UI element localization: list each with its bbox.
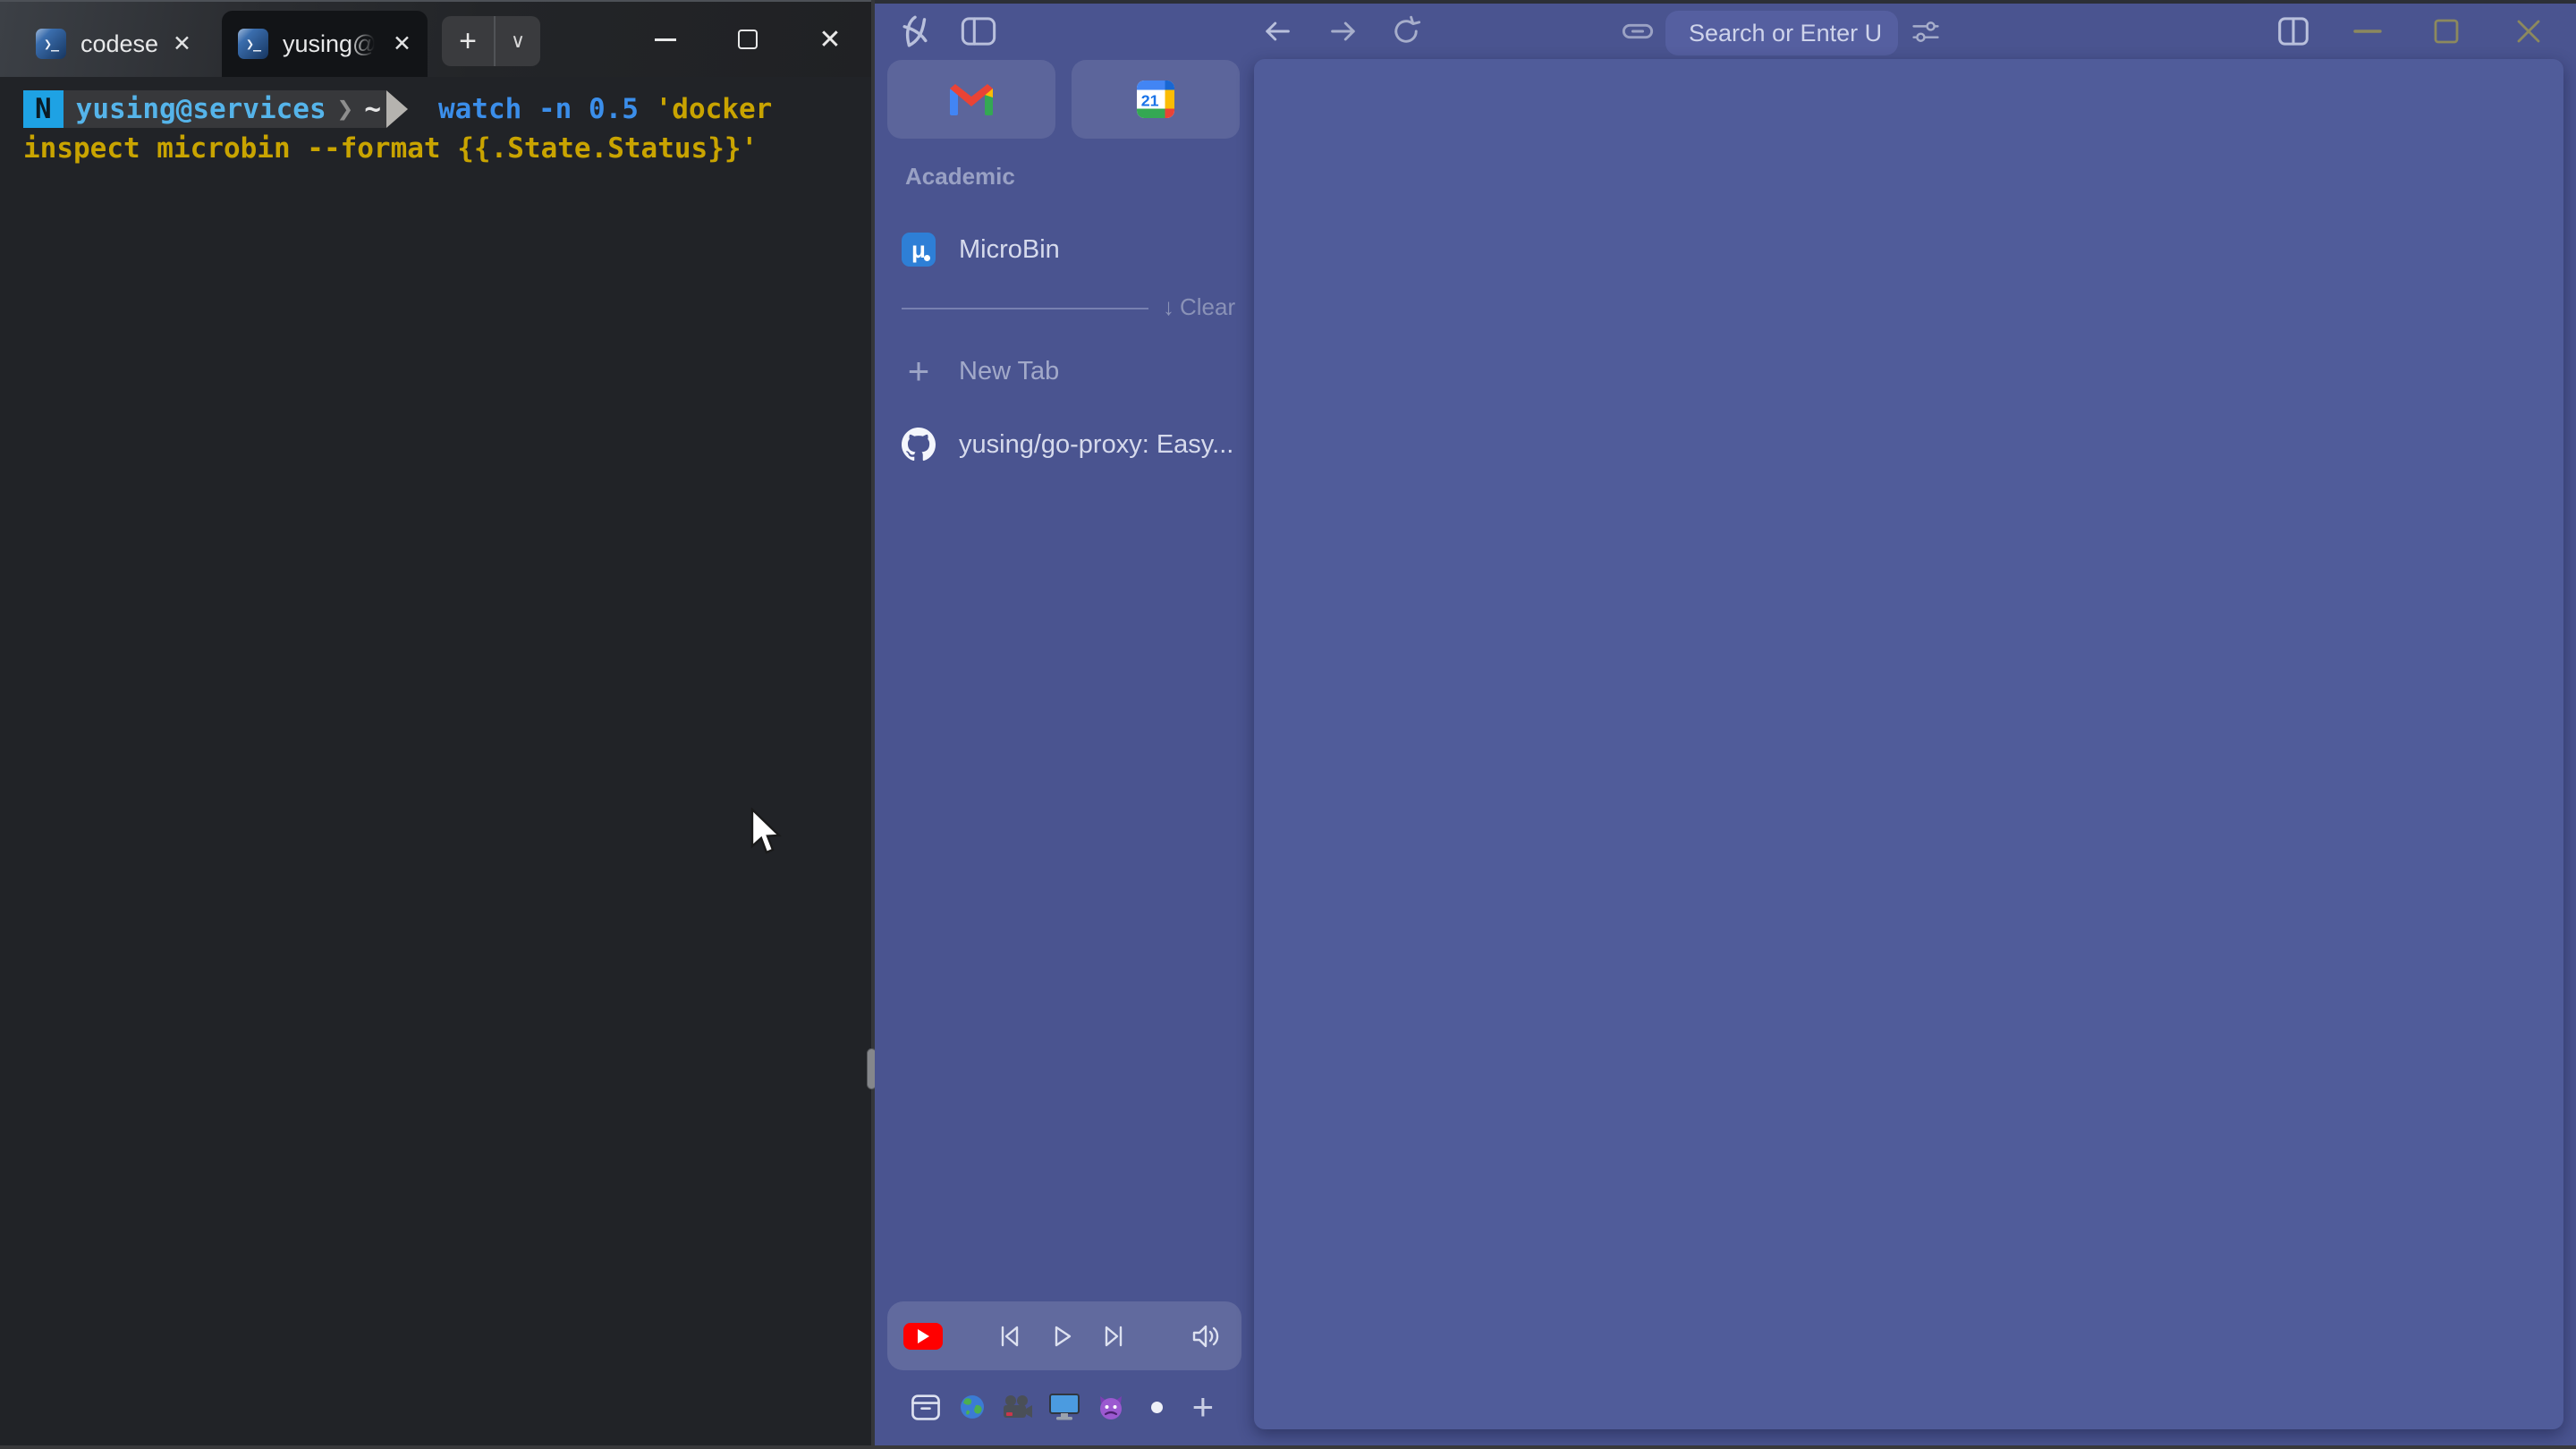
prompt-badge: N: [23, 90, 64, 128]
powershell-icon: ❯_: [238, 29, 268, 59]
zen-logo-icon[interactable]: [896, 13, 934, 50]
pinned-tab-microbin[interactable]: μ MicroBin: [887, 224, 1241, 275]
essential-google-calendar[interactable]: 21: [1072, 60, 1240, 139]
workspace-bar: +: [887, 1383, 1241, 1431]
maximize-button[interactable]: [707, 2, 789, 77]
url-bar[interactable]: [1665, 11, 1898, 55]
previous-track-button[interactable]: [996, 1322, 1025, 1351]
movie-camera-workspace-icon[interactable]: [999, 1388, 1037, 1426]
reload-button[interactable]: [1390, 15, 1422, 47]
terminal-newtab-group: + ∨: [442, 16, 540, 66]
new-tab-label: New Tab: [959, 357, 1059, 386]
close-button[interactable]: ✕: [789, 2, 871, 77]
tab-close-icon[interactable]: ✕: [393, 30, 411, 57]
essential-gmail[interactable]: [887, 60, 1055, 139]
search-input[interactable]: [1665, 20, 1898, 47]
down-arrow-icon: ↓: [1163, 293, 1174, 321]
workspace-section-label: Academic: [905, 163, 1015, 191]
taskbar-hint-line: [0, 1445, 2576, 1449]
terminal-window-controls: ✕: [624, 2, 871, 77]
prompt-line-1: N yusing@services❯~ watch -n 0.5 'docker: [23, 89, 871, 129]
youtube-play-triangle: [918, 1329, 929, 1343]
browser-toolbar: [875, 4, 2576, 59]
link-icon[interactable]: [1621, 18, 1655, 45]
maximize-icon: [738, 30, 758, 49]
gmail-icon: [950, 83, 993, 115]
terminal-tab-label: codese: [80, 30, 158, 58]
devil-face-workspace-icon[interactable]: [1092, 1388, 1130, 1426]
globe-workspace-icon[interactable]: [953, 1388, 991, 1426]
google-calendar-icon: 21: [1137, 80, 1174, 118]
desktop-computer-workspace-icon[interactable]: [1046, 1388, 1083, 1426]
command-text-yellow: inspect microbin --format {{.State.Statu…: [23, 132, 758, 165]
play-button[interactable]: [1047, 1322, 1076, 1351]
powershell-icon: ❯_: [36, 29, 66, 59]
browser-window: 21 Academic μ MicroBin ↓ Clear + New Tab…: [875, 0, 2576, 1449]
clear-label: Clear: [1180, 293, 1235, 321]
prompt-segment: yusing@services❯~: [64, 90, 386, 128]
powerline-arrow-icon: [386, 90, 408, 128]
next-track-button[interactable]: [1098, 1322, 1127, 1351]
tab-dropdown-button[interactable]: ∨: [496, 16, 540, 66]
pinned-tab-label: MicroBin: [959, 235, 1060, 265]
prompt-chevron: ❯: [326, 93, 365, 125]
clear-tabs-button[interactable]: ↓ Clear: [1163, 293, 1235, 321]
terminal-content[interactable]: N yusing@services❯~ watch -n 0.5 'docker…: [0, 77, 871, 168]
tab-label: yusing/go-proxy: Easy...: [959, 430, 1233, 460]
mouse-cursor: [750, 808, 787, 864]
browser-minimize-button[interactable]: [2352, 28, 2383, 35]
github-icon: [902, 428, 936, 462]
prompt-path: ~: [364, 93, 381, 125]
volume-icon[interactable]: [1191, 1322, 1221, 1351]
terminal-tab-codese[interactable]: ❯_ codese ✕: [20, 11, 208, 77]
tabs-separator: [902, 308, 1148, 309]
web-content-area[interactable]: [1254, 59, 2563, 1429]
command-text-yellow: 'docker: [656, 93, 773, 125]
back-button[interactable]: [1261, 17, 1293, 46]
minimize-button[interactable]: [624, 2, 707, 77]
browser-maximize-button[interactable]: [2431, 16, 2462, 47]
forward-button[interactable]: [1327, 17, 1360, 46]
media-player: [887, 1301, 1241, 1370]
terminal-window: ❯_ codese ✕ ❯_ yusing@services ✕ + ∨ ✕: [0, 0, 871, 1449]
microbin-favicon: μ: [902, 233, 936, 267]
prompt-user: yusing@services: [76, 93, 326, 125]
archive-icon[interactable]: [907, 1388, 945, 1426]
command-text-blue: watch -n 0.5: [438, 93, 656, 125]
tab-label-fade: [349, 11, 379, 77]
sidebar-toggle-icon[interactable]: [961, 16, 996, 47]
settings-sliders-icon[interactable]: [1909, 14, 1943, 48]
browser-close-button[interactable]: [2513, 16, 2544, 47]
screen: ❯_ codese ✕ ❯_ yusing@services ✕ + ∨ ✕: [0, 0, 2576, 1449]
youtube-icon[interactable]: [903, 1323, 943, 1350]
split-view-icon[interactable]: [2275, 15, 2311, 47]
terminal-tab-yusing[interactable]: ❯_ yusing@services ✕: [222, 11, 428, 77]
plus-icon: +: [1192, 1388, 1215, 1426]
close-icon: ✕: [818, 24, 841, 55]
tab-close-icon[interactable]: ✕: [173, 30, 191, 57]
terminal-titlebar: ❯_ codese ✕ ❯_ yusing@services ✕ + ∨ ✕: [0, 2, 871, 77]
minimize-icon: [655, 38, 676, 41]
add-workspace-button[interactable]: +: [1184, 1388, 1222, 1426]
default-workspace-dot[interactable]: [1138, 1388, 1175, 1426]
new-tab-button[interactable]: + New Tab: [887, 345, 1241, 397]
tab-github-go-proxy[interactable]: yusing/go-proxy: Easy...: [887, 419, 1241, 470]
prompt-line-2: inspect microbin --format {{.State.Statu…: [23, 129, 871, 168]
new-tab-button[interactable]: +: [442, 16, 494, 66]
svg-text:21: 21: [1141, 91, 1159, 109]
plus-icon: +: [902, 354, 936, 388]
microbin-dot: [924, 255, 930, 261]
